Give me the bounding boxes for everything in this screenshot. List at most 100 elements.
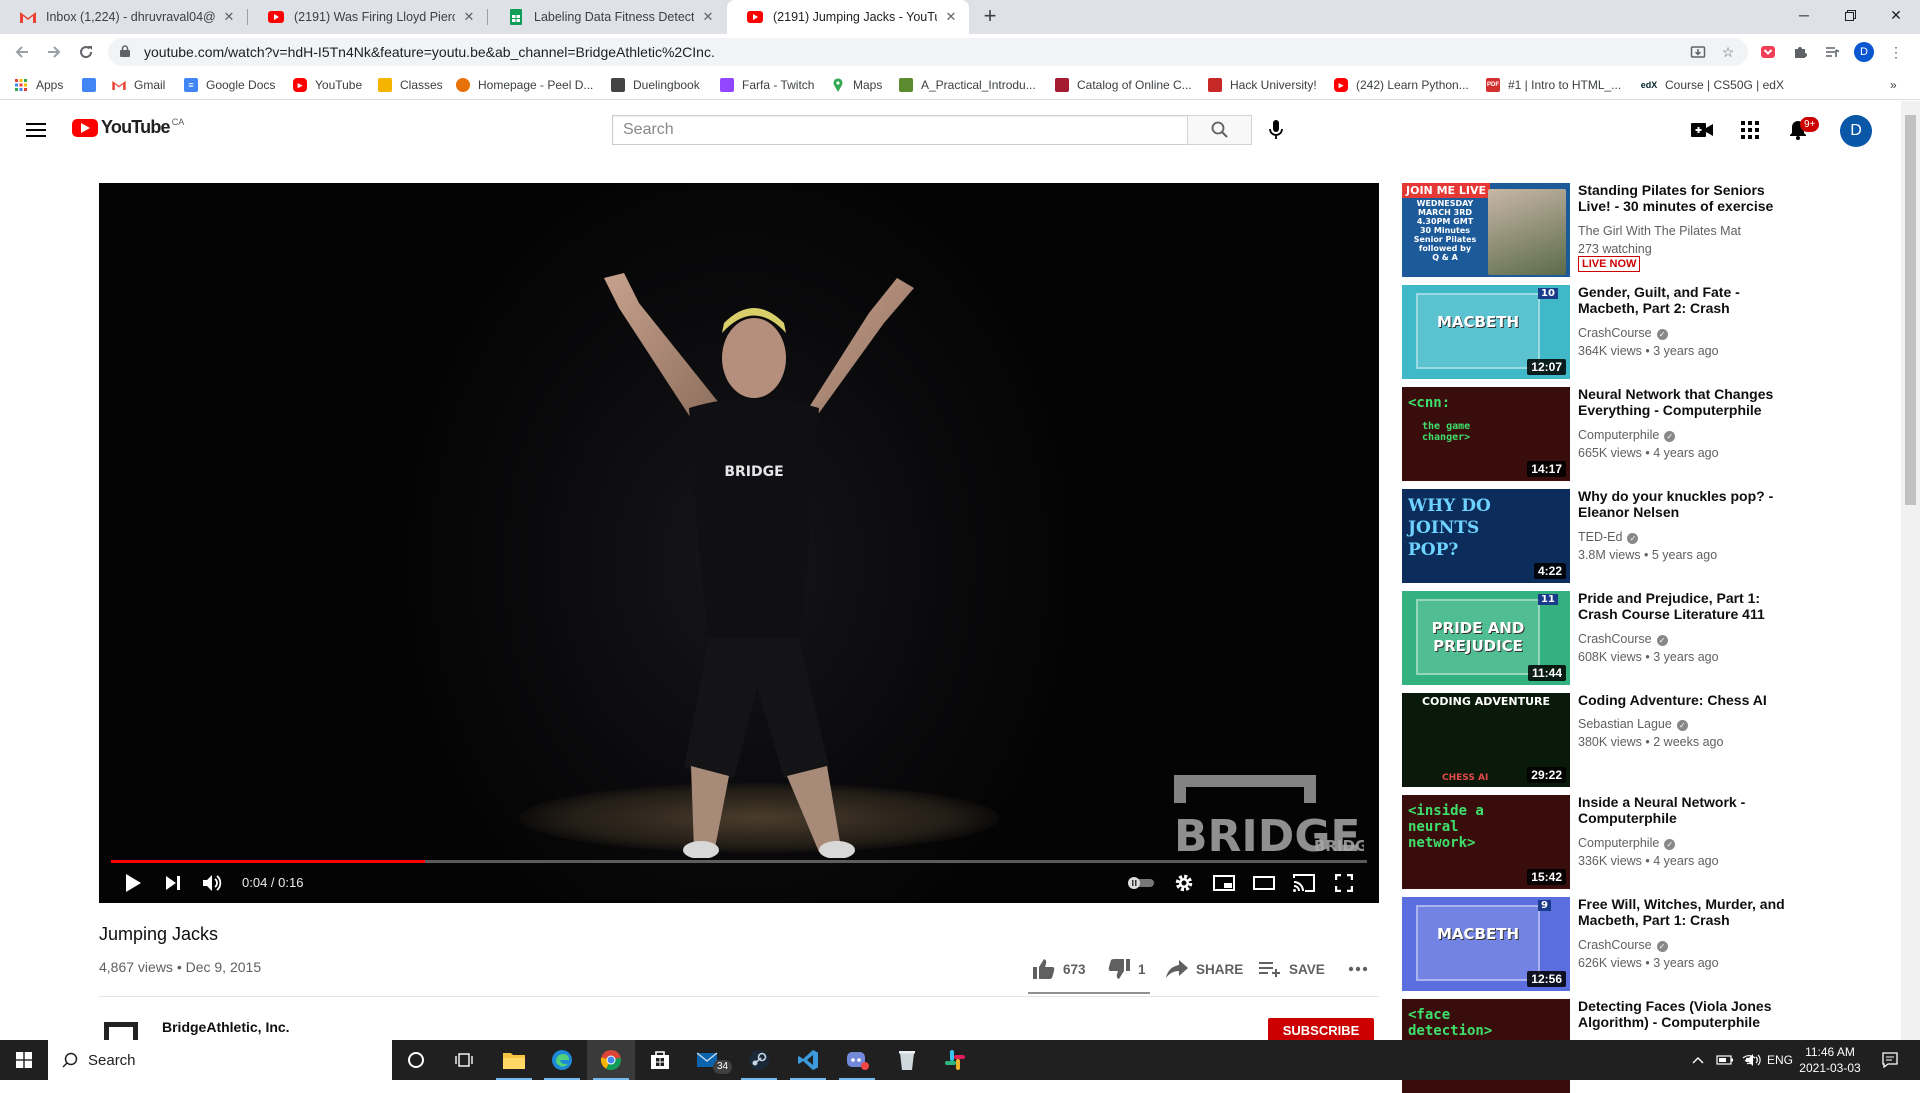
recommended-video-item[interactable]: <inside a neural network> 15:42 Inside a N…: [1402, 794, 1782, 889]
tab-jumping-jacks[interactable]: (2191) Jumping Jacks - YouTube ✕: [727, 0, 969, 34]
chrome-browser-icon[interactable]: [587, 1040, 635, 1080]
bookmark-hack-university[interactable]: Hack University!: [1208, 76, 1317, 94]
close-window-button[interactable]: ✕: [1873, 0, 1919, 30]
bookmark-twitch[interactable]: Farfa - Twitch: [720, 76, 814, 94]
bookmark-duelingbook[interactable]: Duelingbook: [611, 76, 700, 94]
autoplay-toggle[interactable]: [1125, 869, 1157, 897]
microsoft-store-icon[interactable]: [636, 1040, 684, 1080]
pocket-extension-icon[interactable]: [1758, 42, 1778, 62]
like-button[interactable]: 673: [1033, 958, 1086, 980]
video-thumbnail[interactable]: CODING ADVENTURE CHESS AI 29:22: [1402, 693, 1570, 787]
bookmark-learn-python[interactable]: ▸ (242) Learn Python...: [1334, 76, 1469, 94]
recommended-video-title[interactable]: Coding Adventure: Chess AI: [1578, 692, 1786, 708]
create-video-icon[interactable]: [1690, 118, 1714, 142]
recommended-channel-row[interactable]: The Girl With The Pilates Mat: [1578, 224, 1741, 238]
video-thumbnail[interactable]: 10 MACBETH 12:07: [1402, 285, 1570, 379]
video-thumbnail[interactable]: 11 PRIDE AND PREJUDICE 11:44: [1402, 591, 1570, 685]
recommended-channel-row[interactable]: CrashCourse ✓: [1578, 326, 1668, 340]
recommended-video-item[interactable]: 10 MACBETH 12:07 Gender, Guilt, and Fate - …: [1402, 284, 1782, 379]
task-view-icon[interactable]: [440, 1040, 488, 1080]
recommended-channel-row[interactable]: Computerphile ✓: [1578, 836, 1676, 850]
file-explorer-icon[interactable]: [490, 1040, 538, 1080]
microphone-icon[interactable]: [1264, 118, 1288, 142]
close-tab-icon[interactable]: ✕: [221, 9, 237, 25]
play-icon[interactable]: [117, 869, 149, 897]
subscribe-button[interactable]: SUBSCRIBE: [1268, 1018, 1374, 1040]
recommended-video-title[interactable]: Neural Network that Changes Everything -…: [1578, 386, 1786, 418]
address-bar[interactable]: youtube.com/watch?v=hdH-I5Tn4Nk&feature=…: [108, 38, 1748, 66]
recommended-video-item[interactable]: 11 PRIDE AND PREJUDICE 11:44 Pride and Prej…: [1402, 590, 1782, 685]
bookmark-classes[interactable]: Classes: [378, 76, 443, 94]
forward-icon[interactable]: [42, 40, 66, 64]
tab-lloyd-pierce[interactable]: (2191) Was Firing Lloyd Pierce Th ✕: [248, 0, 487, 34]
bookmark-gmail[interactable]: Gmail: [112, 76, 165, 94]
channel-avatar[interactable]: [104, 1022, 138, 1040]
bookmark-apps[interactable]: Apps: [14, 76, 63, 94]
mail-icon[interactable]: 34: [685, 1040, 733, 1080]
share-button[interactable]: SHARE: [1166, 958, 1243, 980]
recommended-video-title[interactable]: Detecting Faces (Viola Jones Algorithm) …: [1578, 998, 1786, 1030]
video-thumbnail[interactable]: WHY DO JOINTS POP? 4:22: [1402, 489, 1570, 583]
show-hidden-icons-chevron[interactable]: [1692, 1040, 1704, 1080]
install-app-icon[interactable]: [1688, 42, 1708, 62]
video-player[interactable]: BRIDGE BRIDGE BRIDGE 0:04 / 0:16: [99, 183, 1379, 903]
more-actions-icon[interactable]: [1348, 958, 1376, 980]
bookmark-youtube[interactable]: ▸ YouTube: [293, 76, 362, 94]
extensions-puzzle-icon[interactable]: [1790, 42, 1810, 62]
video-thumbnail[interactable]: JOIN ME LIVE WEDNESDAY MARCH 3RD 4.30PM GMT…: [1402, 183, 1570, 277]
recommended-video-title[interactable]: Inside a Neural Network - Computerphile: [1578, 794, 1786, 826]
recommended-video-item[interactable]: 9 MACBETH 12:56 Free Will, Witches, Murder,…: [1402, 896, 1785, 991]
recommended-video-item[interactable]: JOIN ME LIVE WEDNESDAY MARCH 3RD 4.30PM GMT…: [1402, 182, 1782, 277]
recommended-channel-row[interactable]: TED-Ed ✓: [1578, 530, 1639, 544]
fullscreen-icon[interactable]: [1328, 869, 1360, 897]
search-button[interactable]: [1187, 115, 1252, 145]
volume-icon[interactable]: [1746, 1040, 1764, 1080]
channel-name[interactable]: BridgeAthletic, Inc.: [162, 1019, 290, 1035]
recommended-video-title[interactable]: Pride and Prejudice, Part 1: Crash Cours…: [1578, 590, 1786, 622]
recommended-channel-row[interactable]: Computerphile ✓: [1578, 428, 1676, 442]
cast-icon[interactable]: [1288, 869, 1320, 897]
lock-icon[interactable]: [120, 44, 134, 60]
bookmark-google-docs[interactable]: ≡ Google Docs: [184, 76, 275, 94]
account-avatar[interactable]: D: [1840, 115, 1872, 147]
bookmark-star-icon[interactable]: ☆: [1718, 42, 1738, 62]
input-language[interactable]: ENG: [1767, 1040, 1793, 1080]
taskbar-clock[interactable]: 11:46 AM 2021-03-03: [1794, 1044, 1866, 1076]
battery-icon[interactable]: [1716, 1040, 1734, 1080]
restore-button[interactable]: [1827, 0, 1873, 30]
recommended-video-title[interactable]: Standing Pilates for Seniors Live! - 30 …: [1578, 182, 1786, 214]
recommended-video-item[interactable]: CODING ADVENTURE CHESS AI 29:22 Coding Adve…: [1402, 692, 1782, 787]
edge-browser-icon[interactable]: [538, 1040, 586, 1080]
profile-avatar[interactable]: D: [1854, 42, 1874, 62]
action-center-icon[interactable]: [1882, 1040, 1898, 1080]
close-tab-icon[interactable]: ✕: [461, 9, 477, 25]
apps-grid-icon[interactable]: [1738, 118, 1762, 142]
chrome-menu-icon[interactable]: ⋮: [1886, 42, 1906, 62]
volume-icon[interactable]: [198, 869, 230, 897]
dislike-button[interactable]: 1: [1108, 958, 1146, 980]
more-bookmarks-chevron-icon[interactable]: »: [1890, 76, 1897, 94]
reload-icon[interactable]: [74, 40, 98, 64]
bookmark-harvard-catalog[interactable]: Catalog of Online C...: [1055, 76, 1192, 94]
settings-gear-icon[interactable]: [1168, 869, 1200, 897]
taskbar-search-input[interactable]: Search: [48, 1040, 392, 1080]
recycle-bin-icon[interactable]: [883, 1040, 931, 1080]
bookmark-intro-html[interactable]: PDF #1 | Intro to HTML_...: [1486, 76, 1621, 94]
minimize-button[interactable]: ─: [1781, 0, 1827, 30]
save-button[interactable]: SAVE: [1259, 958, 1325, 980]
media-queue-icon[interactable]: [1822, 42, 1842, 62]
page-scrollbar[interactable]: [1901, 101, 1920, 1040]
bookmark-google-classroom[interactable]: [82, 76, 104, 94]
next-video-icon[interactable]: [157, 869, 189, 897]
hamburger-menu-icon[interactable]: [24, 118, 48, 142]
video-thumbnail[interactable]: 9 MACBETH 12:56: [1402, 897, 1570, 991]
scrollbar-thumb[interactable]: [1905, 115, 1916, 505]
close-tab-icon[interactable]: ✕: [943, 9, 959, 25]
video-thumbnail[interactable]: <inside a neural network> 15:42: [1402, 795, 1570, 889]
recommended-channel-row[interactable]: CrashCourse ✓: [1578, 938, 1668, 952]
recommended-channel-row[interactable]: CrashCourse ✓: [1578, 632, 1668, 646]
slack-icon[interactable]: [931, 1040, 979, 1080]
recommended-channel-row[interactable]: Sebastian Lague ✓: [1578, 717, 1688, 731]
cortana-icon[interactable]: [392, 1040, 440, 1080]
miniplayer-icon[interactable]: [1208, 869, 1240, 897]
